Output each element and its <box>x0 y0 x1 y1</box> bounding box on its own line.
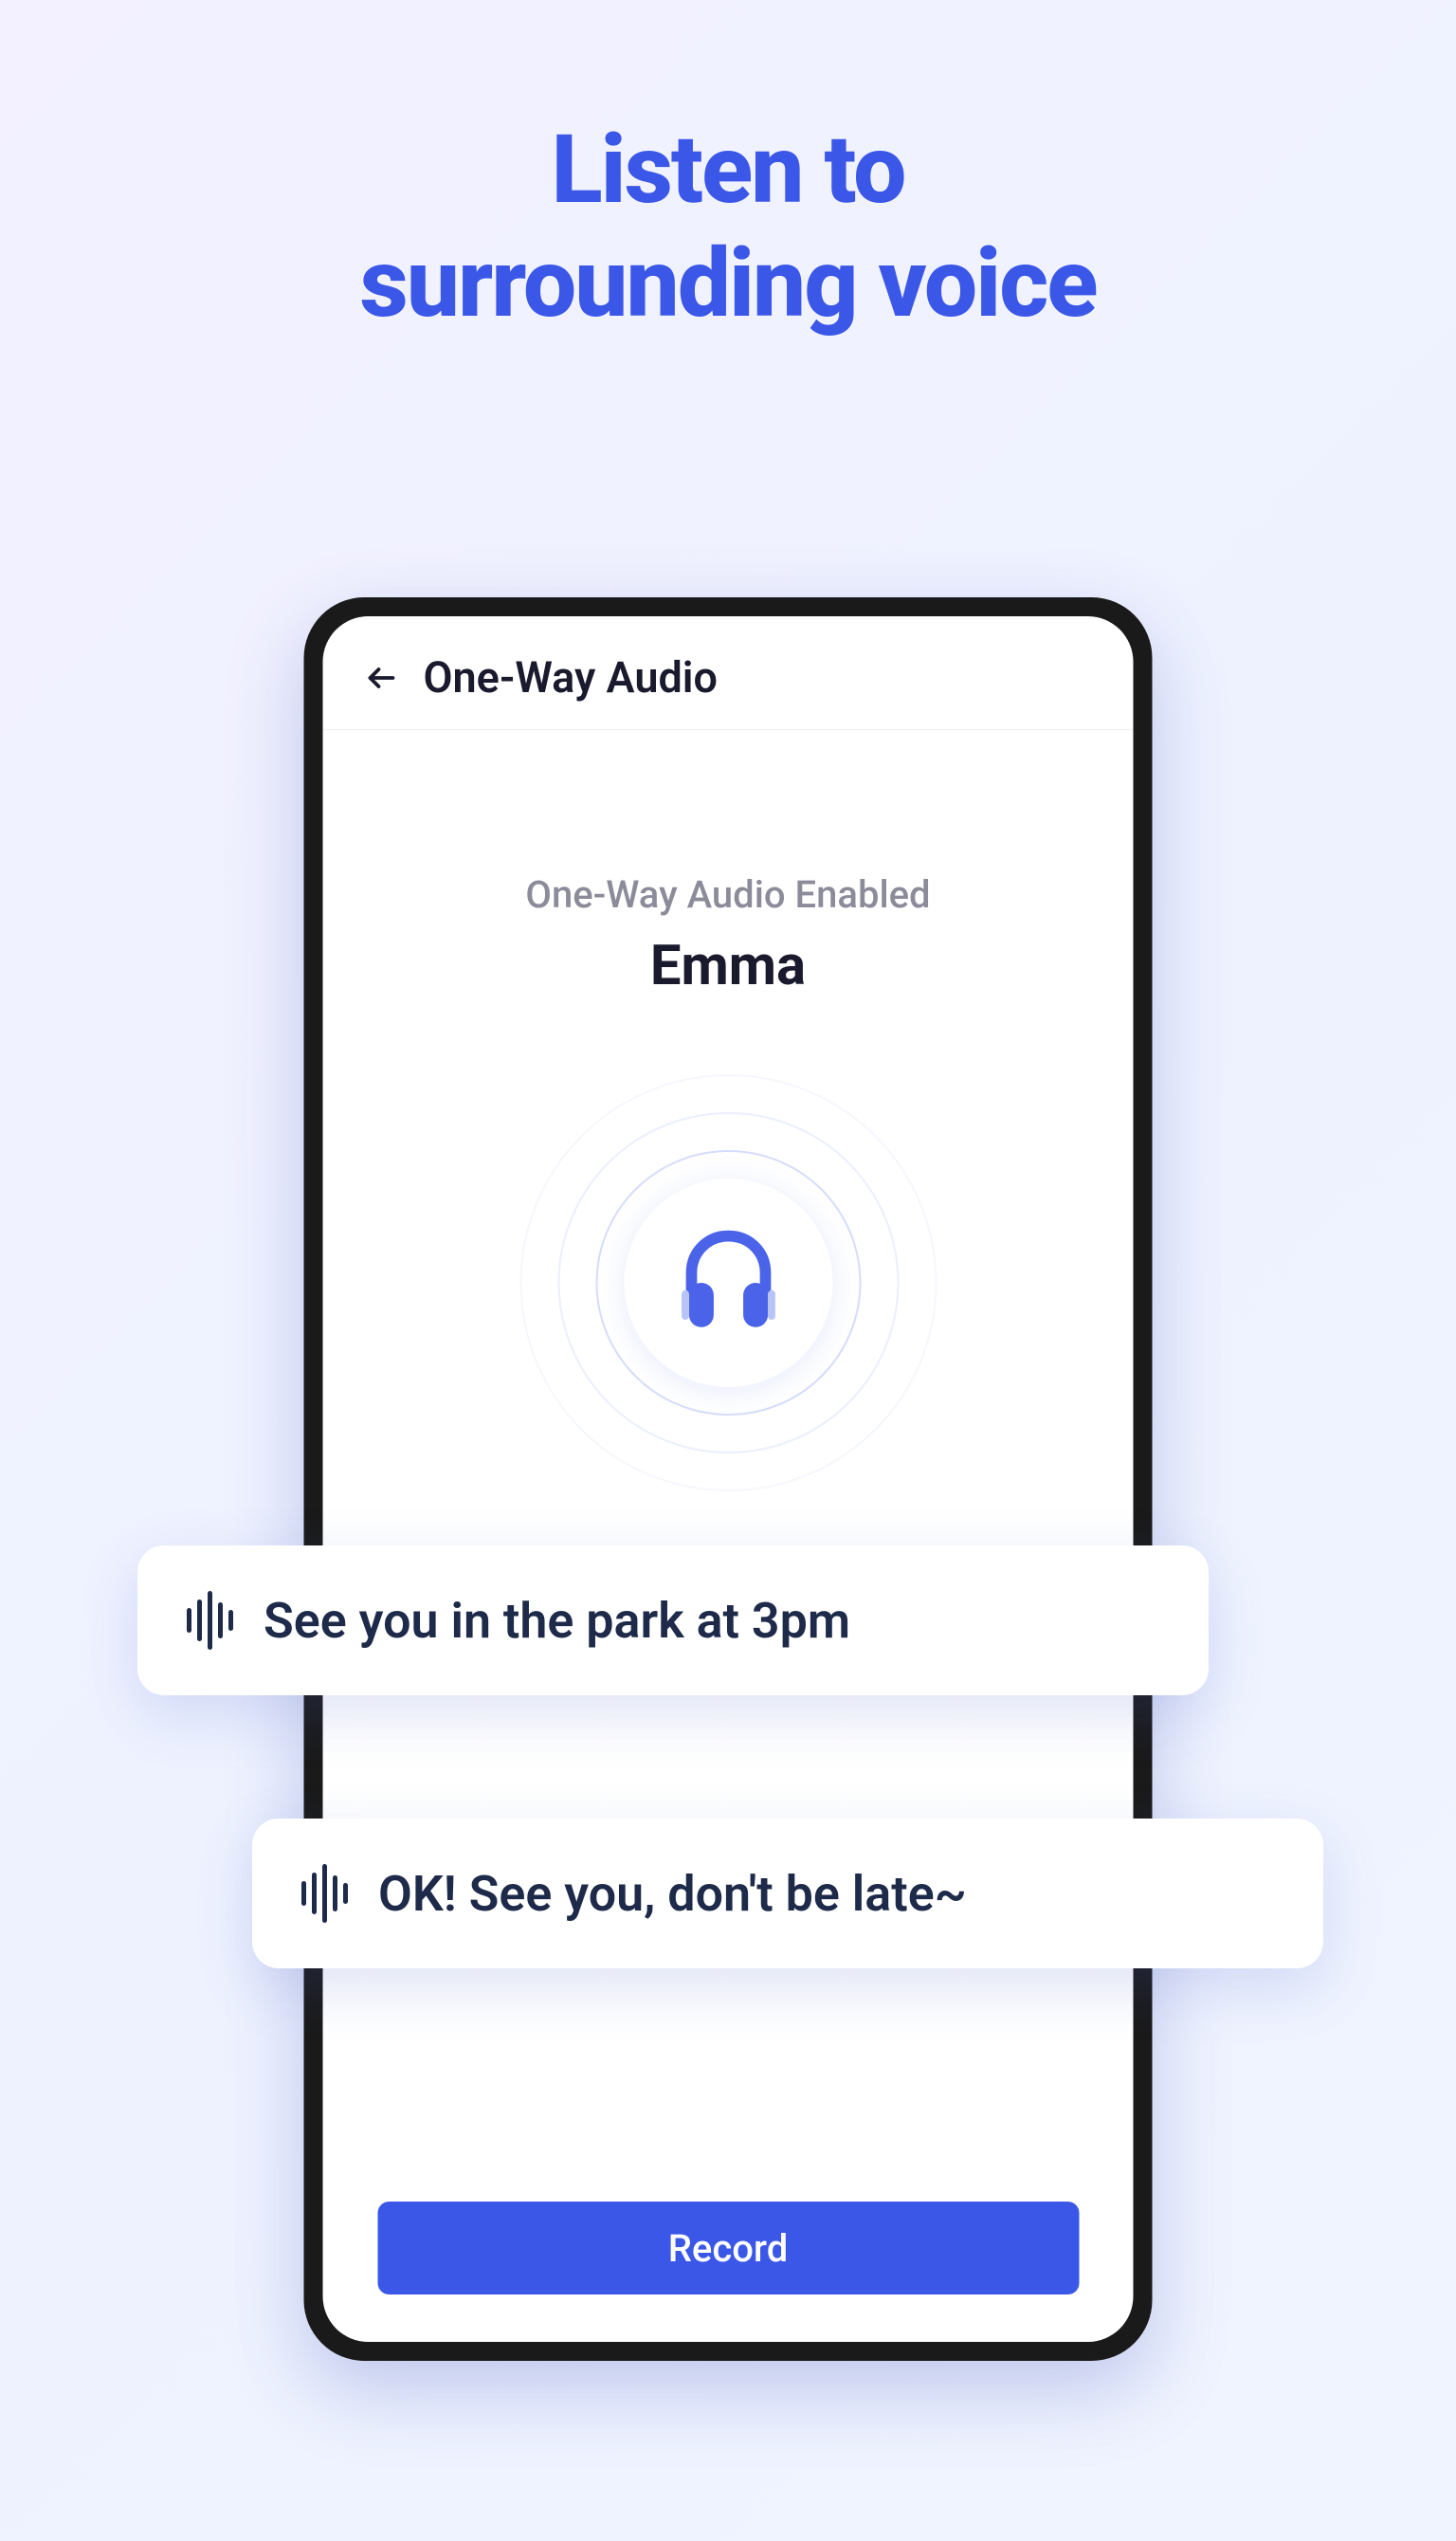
audio-wave-icon <box>187 1591 233 1650</box>
hero-title: Listen to surrounding voice <box>0 114 1456 341</box>
headphone-button[interactable] <box>624 1179 832 1387</box>
arrow-left-icon <box>365 661 399 695</box>
phone-frame: One-Way Audio One-Way Audio Enabled Emma <box>304 597 1153 2361</box>
phone-screen: One-Way Audio One-Way Audio Enabled Emma <box>323 616 1134 2342</box>
record-button-label: Record <box>668 2226 788 2271</box>
headphones-icon <box>666 1221 790 1344</box>
audio-wave-icon <box>301 1864 348 1923</box>
message-card: OK! See you, don't be late~ <box>252 1819 1323 1968</box>
status-text: One-Way Audio Enabled <box>525 872 930 917</box>
message-text: OK! See you, don't be late~ <box>378 1865 967 1923</box>
page-title: One-Way Audio <box>424 652 718 703</box>
hero-title-line1: Listen to <box>551 115 904 226</box>
user-name: Emma <box>650 934 806 998</box>
back-button[interactable] <box>361 657 403 699</box>
message-card: See you in the park at 3pm <box>137 1545 1209 1695</box>
app-header: One-Way Audio <box>323 616 1134 730</box>
hero-title-line2: surrounding voice <box>359 229 1096 339</box>
audio-pulse <box>500 1055 956 1510</box>
content-area: One-Way Audio Enabled Emma <box>323 730 1134 2342</box>
record-button[interactable]: Record <box>377 2202 1079 2294</box>
message-text: See you in the park at 3pm <box>264 1592 850 1650</box>
